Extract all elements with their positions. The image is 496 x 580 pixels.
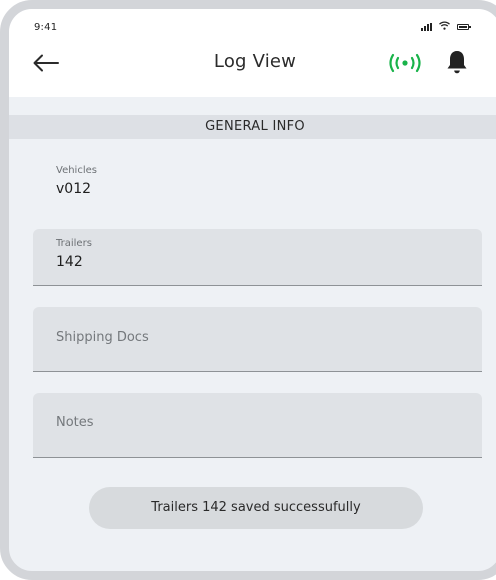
section-header-general-info: GENERAL INFO: [9, 115, 496, 139]
wifi-icon: [439, 21, 450, 33]
notes-field[interactable]: Notes: [33, 393, 482, 458]
trailers-value: 142: [56, 254, 83, 270]
vehicles-label: Vehicles: [56, 165, 97, 176]
radio-signal-icon[interactable]: [387, 52, 423, 78]
device-frame: 9:41 Log View GENERAL INFO Vehicles v012…: [0, 0, 496, 580]
toast-message: Trailers 142 saved successufully: [89, 487, 423, 529]
trailers-label: Trailers: [56, 238, 92, 249]
notes-placeholder: Notes: [56, 415, 94, 430]
trailers-field[interactable]: Trailers 142: [33, 229, 482, 286]
vehicles-value: v012: [56, 181, 92, 197]
status-icons: [421, 21, 471, 33]
status-time: 9:41: [34, 22, 58, 33]
vehicles-field[interactable]: Vehicles v012: [33, 151, 482, 217]
battery-icon: [457, 24, 471, 30]
cellular-signal-icon: [421, 23, 432, 31]
bell-icon[interactable]: [445, 49, 469, 75]
top-app-bar: 9:41 Log View: [9, 9, 496, 97]
shipping-docs-field[interactable]: Shipping Docs: [33, 307, 482, 372]
shipping-docs-placeholder: Shipping Docs: [56, 330, 149, 345]
